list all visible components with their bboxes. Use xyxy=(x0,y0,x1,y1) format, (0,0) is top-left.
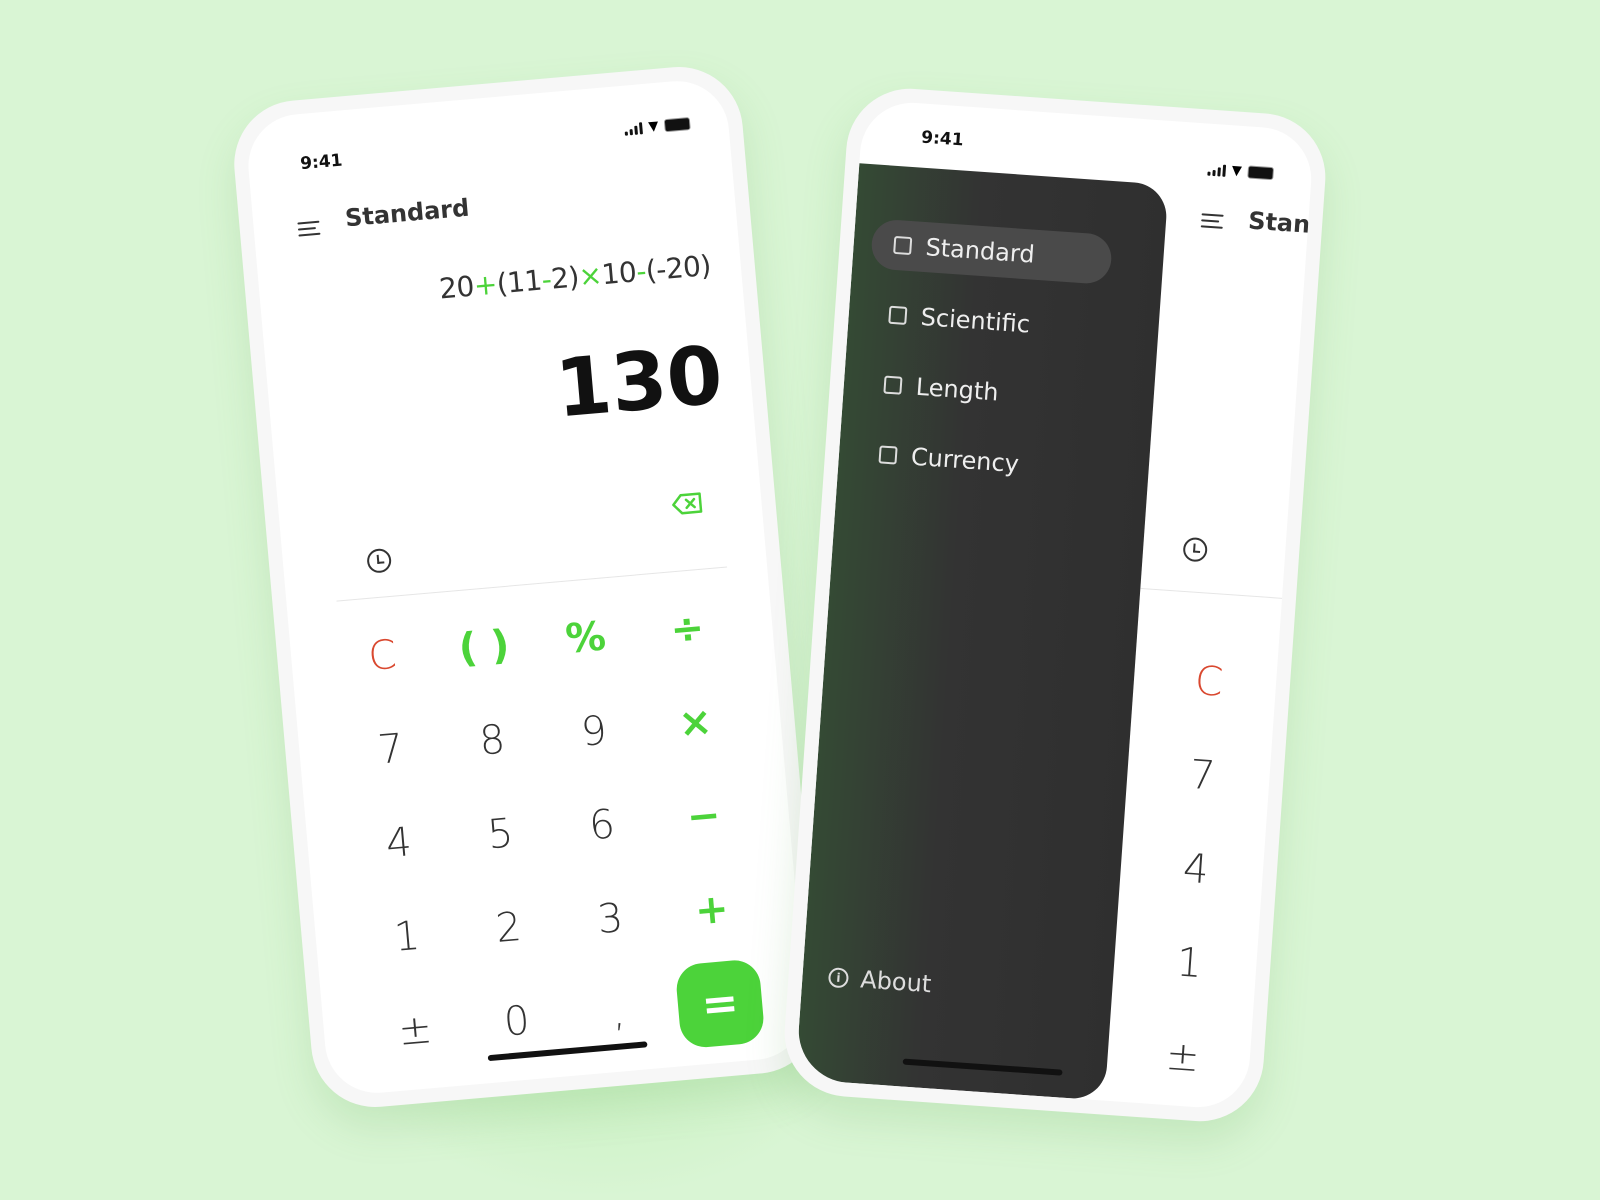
key-multiply[interactable]: × xyxy=(641,672,751,775)
coins-icon xyxy=(878,445,898,465)
calculator-icon xyxy=(893,235,913,256)
keypad-partial: C(7 8 4 5 1 2 ±( xyxy=(1125,631,1315,1111)
expression-operator: × xyxy=(577,258,604,294)
key-add[interactable]: + xyxy=(657,859,767,962)
key[interactable]: ± xyxy=(1125,1006,1241,1107)
status-time: 9:41 xyxy=(920,127,965,151)
status-icons: ▼ xyxy=(624,116,691,137)
key-digit-5[interactable]: 5 xyxy=(446,783,556,886)
key-parentheses[interactable]: ( ) xyxy=(429,596,539,699)
expression-operand: (11 xyxy=(495,263,544,301)
drawer-item-label: Currency xyxy=(910,442,1020,479)
menu-button[interactable] xyxy=(1200,209,1224,232)
key-digit-2[interactable]: 2 xyxy=(454,877,564,980)
key-digit-9[interactable]: 9 xyxy=(539,680,649,783)
key-digit-7[interactable]: 7 xyxy=(336,698,446,801)
key[interactable]: ( xyxy=(1234,1014,1314,1111)
signal-icon xyxy=(1207,163,1227,177)
key[interactable]: 4 xyxy=(1138,819,1254,920)
key-digit-1[interactable]: 1 xyxy=(352,886,462,989)
expression-operand: 20 xyxy=(437,269,476,306)
key[interactable]: 5 xyxy=(1247,826,1314,927)
expression-operand: (-20) xyxy=(644,248,713,288)
result-display: 130 xyxy=(551,328,727,436)
phone-standard-calculator: 9:41 ▼ Standard 20+(11-2)×10-(-20) 130 C… xyxy=(228,61,826,1113)
key[interactable]: C xyxy=(1151,631,1267,732)
ruler-icon xyxy=(883,375,903,395)
equals-button[interactable]: = xyxy=(674,958,766,1050)
key-digit-3[interactable]: 3 xyxy=(555,868,665,971)
expression-display: 20+(11-2)×10-(-20) xyxy=(438,249,712,306)
drawer-item-label: Standard xyxy=(924,233,1036,269)
key-subtract[interactable]: − xyxy=(649,765,759,868)
phone-menu-drawer: 9:41 ▼ Standar C(7 8 4 5 1 2 ±( Standard Scient… xyxy=(780,84,1330,1126)
battery-icon xyxy=(1247,165,1275,181)
history-icon[interactable] xyxy=(1182,536,1209,563)
key-digit-8[interactable]: 8 xyxy=(437,689,547,792)
key[interactable]: 7 xyxy=(1144,725,1260,826)
key[interactable]: ( xyxy=(1261,639,1315,740)
keypad: C( )% ÷ 7 8 9 × 4 5 6−1 2 3 + ±0, = xyxy=(328,578,775,1082)
drawer-item-label: Length xyxy=(914,372,1000,407)
status-icons: ▼ xyxy=(1207,162,1275,182)
page-title: Standard xyxy=(343,193,471,233)
key[interactable]: 1 xyxy=(1131,913,1247,1014)
key-sign-toggle[interactable]: ± xyxy=(360,979,470,1082)
history-icon[interactable] xyxy=(366,547,393,574)
battery-icon xyxy=(663,117,691,133)
status-time: 9:41 xyxy=(299,150,344,175)
expression-operand: 2) xyxy=(549,260,581,296)
expression-operator: + xyxy=(472,267,499,303)
drawer-item-standard[interactable]: Standard xyxy=(870,218,1113,286)
page-title: Standar xyxy=(1247,206,1315,242)
signal-icon xyxy=(624,121,643,136)
key[interactable]: 8 xyxy=(1254,733,1315,834)
key-divide[interactable]: ÷ xyxy=(632,578,742,681)
drawer-item-length[interactable]: Length xyxy=(860,358,1103,425)
key-equals[interactable]: = xyxy=(665,952,775,1055)
screen: 9:41 ▼ Standar C(7 8 4 5 1 2 ±( Standard Scient… xyxy=(795,99,1315,1111)
key-clear[interactable]: C xyxy=(328,605,438,708)
menu-button[interactable] xyxy=(297,217,321,241)
drawer-item-currency[interactable]: Currency xyxy=(855,428,1098,495)
navigation-drawer: Standard Scientific Length Currency i About xyxy=(795,163,1169,1101)
wifi-icon: ▼ xyxy=(647,118,660,135)
wifi-icon: ▼ xyxy=(1231,163,1243,179)
key-digit-4[interactable]: 4 xyxy=(344,792,454,895)
expression-operand: 10 xyxy=(600,255,638,292)
flask-icon xyxy=(888,305,908,325)
backspace-icon[interactable] xyxy=(670,490,704,517)
about-label: About xyxy=(859,965,933,999)
key-percent[interactable]: % xyxy=(531,587,641,690)
info-icon: i xyxy=(827,967,850,989)
drawer-item-scientific[interactable]: Scientific xyxy=(865,288,1108,355)
key-digit-6[interactable]: 6 xyxy=(547,774,657,877)
divider xyxy=(1140,587,1283,599)
screen: 9:41 ▼ Standard 20+(11-2)×10-(-20) 130 C… xyxy=(244,76,810,1098)
key[interactable]: 2 xyxy=(1241,920,1315,1021)
drawer-item-about[interactable]: i About xyxy=(827,963,933,999)
drawer-item-label: Scientific xyxy=(919,302,1031,339)
